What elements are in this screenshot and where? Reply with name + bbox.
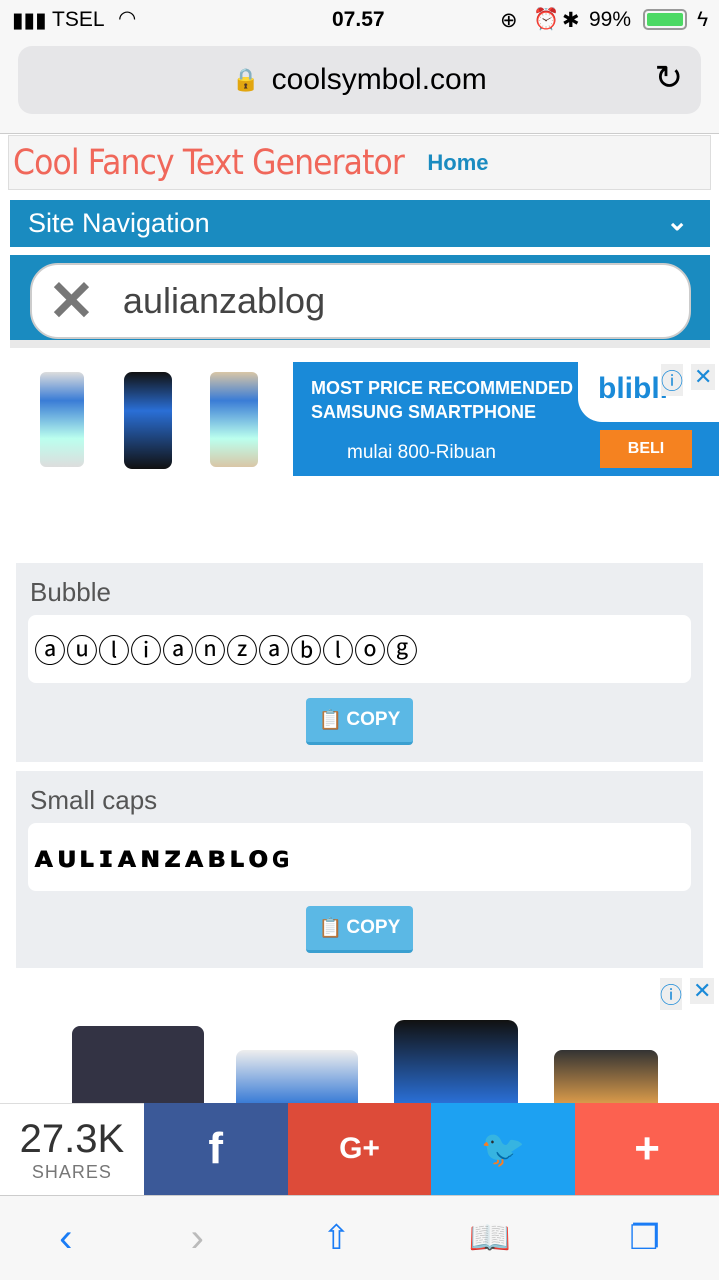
wifi-icon: ◠ (118, 7, 137, 30)
facebook-icon: f (208, 1124, 224, 1173)
ad-close-icon[interactable]: ✕ (691, 364, 716, 390)
ad-tablets[interactable]: ⓘ ✕ (0, 978, 719, 1103)
alarm-icon: ⏰ (533, 8, 560, 31)
more-share-button[interactable]: + (575, 1103, 719, 1195)
rotation-lock-icon: ⊕ (500, 9, 518, 32)
browser-bar: 🔒 coolsymbol.com ↻ (0, 40, 719, 134)
ad-info-icon[interactable]: ⓘ (660, 978, 683, 1010)
ad-info-icon[interactable]: ⓘ (661, 364, 684, 396)
battery-icon (643, 9, 687, 30)
result-text[interactable]: ᴀᴜʟɪᴀɴᴢᴀʙʟᴏɢ (28, 823, 691, 891)
status-bar: ▮▮▮ TSEL ◠ 07.57 ⊕ ⏰ ✱ 99% ϟ (0, 0, 719, 40)
share-count-value: 27.3K (19, 1116, 125, 1161)
ad-cta-button[interactable]: BELI (600, 430, 692, 468)
reload-icon[interactable]: ↻ (655, 58, 684, 98)
site-navigation-toggle[interactable]: Site Navigation ⌄ (10, 200, 710, 247)
clock: 07.57 (332, 8, 385, 31)
phone-image (394, 1020, 518, 1103)
clear-icon[interactable]: ✕ (48, 268, 95, 334)
phone-image (210, 372, 258, 467)
ad-line1: MOST PRICE RECOMMENDED (311, 378, 574, 398)
phone-image (40, 372, 84, 467)
lock-icon: 🔒 (232, 67, 260, 92)
bookmarks-icon[interactable]: 📖 (469, 1218, 511, 1258)
battery-percent: 99% (589, 8, 632, 31)
phone-image (236, 1050, 358, 1103)
tabs-icon[interactable]: ❐ (629, 1218, 659, 1258)
forward-icon[interactable]: › (191, 1216, 204, 1261)
browser-toolbar: ‹ › ⇧ 📖 ❐ (0, 1195, 719, 1280)
carrier: TSEL (52, 8, 105, 31)
ad-line2: SAMSUNG SMARTPHONE (311, 402, 537, 422)
input-value: aulianzablog (122, 280, 326, 321)
result-label: Bubble (30, 577, 111, 607)
facebook-share-button[interactable]: f (143, 1103, 288, 1195)
back-icon[interactable]: ‹ (59, 1216, 72, 1261)
text-input-area: ✕ aulianzablog (10, 255, 710, 348)
chevron-down-icon: ⌄ (666, 206, 688, 236)
plus-icon: + (634, 1124, 660, 1173)
bluetooth-icon: ✱ (562, 9, 580, 32)
copy-label: COPY (346, 917, 401, 938)
site-navigation-label: Site Navigation (28, 208, 210, 238)
share-bar: 27.3K SHARES f G+ 🐦 + (0, 1103, 719, 1195)
charging-icon: ϟ (697, 8, 709, 31)
signal-icon: ▮▮▮ (12, 9, 47, 32)
clipboard-icon: 📋 (318, 918, 343, 939)
share-count: 27.3K SHARES (0, 1103, 144, 1195)
text-input[interactable]: ✕ aulianzablog (30, 263, 691, 339)
result-small-caps: Small caps ᴀᴜʟɪᴀɴᴢᴀʙʟᴏɢ 📋 COPY (16, 771, 703, 968)
result-label: Small caps (30, 785, 158, 815)
share-icon[interactable]: ⇧ (322, 1218, 351, 1258)
ad-phones-image[interactable] (0, 362, 290, 476)
ad-close-icon[interactable]: ✕ (690, 978, 715, 1004)
copy-button[interactable]: 📋 COPY (306, 906, 413, 953)
phone-image (124, 372, 172, 469)
google-plus-share-button[interactable]: G+ (287, 1103, 432, 1195)
result-text[interactable]: ⓐⓤⓛⓘⓐⓝⓩⓐⓑⓛⓞⓖ (28, 615, 691, 683)
phone-image (554, 1050, 658, 1103)
ad-banner[interactable]: MOST PRICE RECOMMENDED SAMSUNG SMARTPHON… (293, 362, 719, 476)
address-bar[interactable]: 🔒 coolsymbol.com ↻ (18, 46, 701, 114)
site-title[interactable]: Cool Fancy Text Generator (13, 143, 405, 183)
copy-label: COPY (346, 709, 401, 730)
clipboard-icon: 📋 (318, 710, 343, 731)
site-header: Cool Fancy Text Generator Home (8, 135, 711, 190)
tablet-image (72, 1026, 204, 1103)
url-text: coolsymbol.com (271, 63, 487, 96)
google-plus-icon: G+ (339, 1132, 380, 1165)
share-count-label: SHARES (31, 1161, 112, 1182)
twitter-share-button[interactable]: 🐦 (431, 1103, 576, 1195)
result-bubble: Bubble ⓐⓤⓛⓘⓐⓝⓩⓐⓑⓛⓞⓖ 📋 COPY (16, 563, 703, 762)
copy-button[interactable]: 📋 COPY (306, 698, 413, 745)
home-link[interactable]: Home (427, 150, 488, 176)
twitter-icon: 🐦 (480, 1128, 526, 1169)
ad-line3: mulai 800-Ribuan (347, 442, 496, 463)
